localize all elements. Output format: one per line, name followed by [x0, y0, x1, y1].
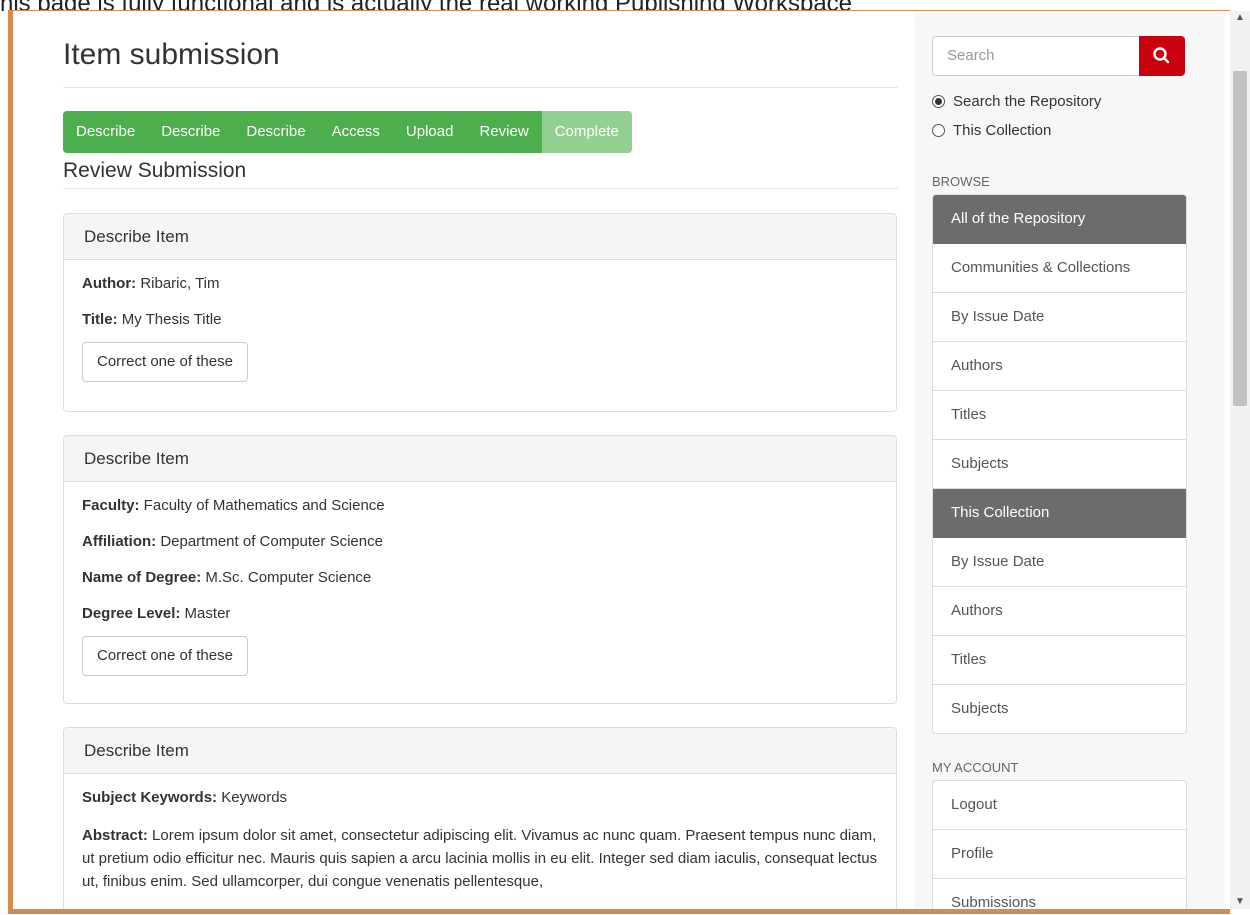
account-submissions[interactable]: Submissions [933, 879, 1186, 909]
field-label: Title: [82, 311, 118, 328]
field-degree-level: Degree Level: Master [82, 604, 878, 624]
sidebar: Search Search the Repository This Collec… [915, 11, 1225, 909]
scope-collection-label: This Collection [953, 122, 1052, 139]
progress-step-describe-3[interactable]: Describe [233, 111, 319, 153]
browse-repo-subjects[interactable]: Subjects [933, 440, 1186, 489]
account-list: Logout Profile Submissions [932, 780, 1187, 909]
browse-coll-subjects[interactable]: Subjects [933, 685, 1186, 733]
scope-collection-radio[interactable]: This Collection [932, 122, 1051, 139]
field-label: Faculty: [82, 497, 140, 514]
browse-coll-authors[interactable]: Authors [933, 587, 1186, 636]
browse-label: BROWSE [932, 174, 990, 189]
scope-repository-label: Search the Repository [953, 93, 1102, 110]
describe-panel-1: Describe Item Author: Ribaric, Tim Title… [63, 213, 897, 412]
field-label: Affiliation: [82, 533, 157, 550]
frame-border-bottom [8, 909, 1230, 914]
browse-header-collection: This Collection [933, 489, 1186, 538]
field-label: Abstract: [82, 827, 148, 844]
field-label: Author: [82, 275, 137, 292]
scrollbar-thumb[interactable] [1233, 71, 1247, 406]
field-label: Subject Keywords: [82, 789, 218, 806]
field-value: Keywords [217, 789, 288, 806]
field-label: Degree Level: [82, 605, 181, 622]
scroll-up-arrow-icon[interactable]: ▲ [1230, 11, 1250, 25]
field-keywords: Subject Keywords: Keywords [82, 788, 878, 808]
field-affiliation: Affiliation: Department of Computer Scie… [82, 532, 878, 552]
describe-panel-2: Describe Item Faculty: Faculty of Mathem… [63, 435, 897, 704]
scope-repository-radio[interactable]: Search the Repository [932, 93, 1101, 110]
panel-heading: Describe Item [64, 214, 896, 260]
browse-repo-titles[interactable]: Titles [933, 391, 1186, 440]
field-value: Ribaric, Tim [136, 275, 220, 292]
field-label: Name of Degree: [82, 569, 202, 586]
radio-selected-icon [932, 95, 945, 108]
field-value: My Thesis Title [117, 311, 222, 328]
panel-heading: Describe Item [64, 436, 896, 482]
progress-step-upload[interactable]: Upload [392, 111, 467, 153]
search-button[interactable] [1139, 36, 1185, 76]
title-divider [63, 87, 898, 88]
browse-list: All of the Repository Communities & Coll… [932, 194, 1187, 734]
progress-step-review[interactable]: Review [466, 111, 542, 153]
progress-step-describe-1[interactable]: Describe [63, 111, 149, 153]
field-value: Lorem ipsum dolor sit amet, consectetur … [82, 827, 878, 890]
browse-header-repository: All of the Repository [933, 195, 1186, 244]
field-abstract: Abstract: Lorem ipsum dolor sit amet, co… [82, 824, 878, 893]
field-value: Faculty of Mathematics and Science [139, 497, 385, 514]
browse-coll-by-issue-date[interactable]: By Issue Date [933, 538, 1186, 587]
progress-step-complete: Complete [541, 111, 632, 153]
progress-step-describe-2[interactable]: Describe [148, 111, 234, 153]
main-content: Item submission Describe Describe Descri… [13, 11, 915, 909]
field-value: Department of Computer Science [156, 533, 383, 550]
browse-coll-titles[interactable]: Titles [933, 636, 1186, 685]
vertical-scrollbar[interactable]: ▲ ▼ [1230, 11, 1250, 909]
field-title: Title: My Thesis Title [82, 310, 878, 330]
browse-repo-authors[interactable]: Authors [933, 342, 1186, 391]
search-input[interactable]: Search [932, 36, 1140, 76]
field-value: M.Sc. Computer Science [201, 569, 372, 586]
browse-communities-collections[interactable]: Communities & Collections [933, 244, 1186, 293]
panel-body: Faculty: Faculty of Mathematics and Scie… [64, 482, 896, 676]
page-title: Item submission [63, 38, 280, 71]
browse-repo-by-issue-date[interactable]: By Issue Date [933, 293, 1186, 342]
account-profile[interactable]: Profile [933, 830, 1186, 879]
submission-progress: Describe Describe Describe Access Upload… [63, 111, 632, 153]
field-value: Master [180, 605, 231, 622]
scroll-down-arrow-icon[interactable]: ▼ [1230, 895, 1250, 909]
panel-heading: Describe Item [64, 728, 896, 774]
field-degree-name: Name of Degree: M.Sc. Computer Science [82, 568, 878, 588]
progress-step-access[interactable]: Access [318, 111, 393, 153]
section-title: Review Submission [63, 159, 247, 182]
section-divider [63, 188, 898, 189]
account-logout[interactable]: Logout [933, 781, 1186, 830]
panel-body: Subject Keywords: Keywords Abstract: Lor… [64, 774, 896, 893]
correct-button-2[interactable]: Correct one of these [82, 636, 248, 676]
correct-button-1[interactable]: Correct one of these [82, 342, 248, 382]
search-icon [1153, 47, 1170, 64]
field-author: Author: Ribaric, Tim [82, 274, 878, 294]
radio-unselected-icon [932, 124, 945, 137]
my-account-label: MY ACCOUNT [932, 760, 1019, 775]
field-faculty: Faculty: Faculty of Mathematics and Scie… [82, 496, 878, 516]
panel-body: Author: Ribaric, Tim Title: My Thesis Ti… [64, 260, 896, 382]
describe-panel-3: Describe Item Subject Keywords: Keywords… [63, 727, 897, 909]
